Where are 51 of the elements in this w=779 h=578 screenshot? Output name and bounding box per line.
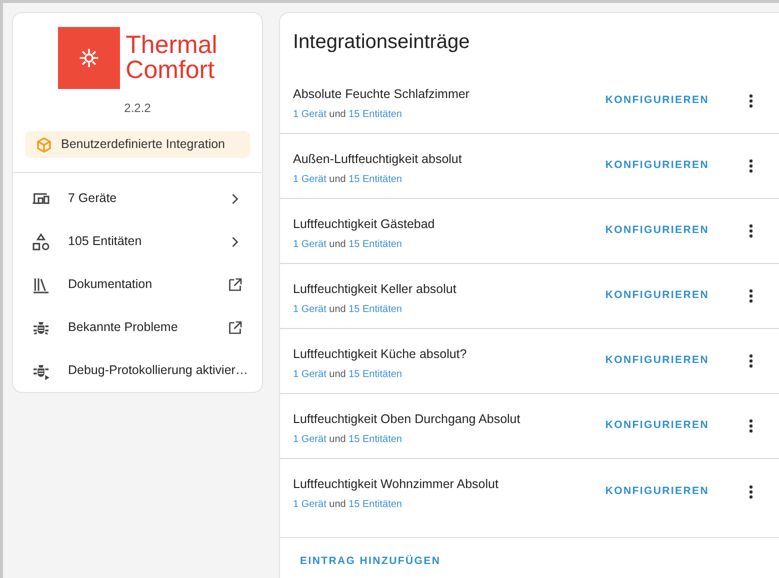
entities-link[interactable]: 15 Entitäten [348,174,402,185]
devices-link[interactable]: 1 Gerät [293,498,326,510]
entry-summary: 1 Gerät und 15 Entitäten [293,498,403,512]
entities-link[interactable]: 15 Entitäten [348,434,402,445]
add-entry-button[interactable]: EINTRAG HINZUFÜGEN [292,548,449,576]
configure-button[interactable]: KONFIGURIEREN [597,217,717,245]
configure-button[interactable]: KONFIGURIEREN [597,412,717,440]
entry-title: Luftfeuchtigkeit Wohnzimmer Absolut [293,476,500,493]
entry-summary: 1 Gerät und 15 Entitäten [293,432,403,447]
devices-link[interactable]: 1 Gerät [293,434,326,445]
entities-link[interactable]: 15 Entitäten [348,238,402,250]
devices-link[interactable]: 1 Gerät [293,238,326,250]
configure-button[interactable]: KONFIGURIEREN [597,152,717,180]
open-in-new-icon [226,318,244,336]
configure-button[interactable]: KONFIGURIEREN [597,282,717,310]
devices-link[interactable]: 1 Gerät [293,368,326,380]
menu-item[interactable]: 7 Geräte [13,177,262,220]
menu-item[interactable]: Debug-Protokollierung aktivier… [13,349,262,392]
menu-item[interactable]: Bekannte Probleme [13,306,262,349]
entities-link[interactable]: 15 Entitäten [348,498,402,510]
entry-title: Absolute Feuchte Schlafzimmer [293,86,470,103]
entry-title: Luftfeuchtigkeit Keller absolut [293,281,458,298]
shapes-icon [31,232,51,252]
entities-link[interactable]: 15 Entitäten [348,304,402,315]
entry-summary: 1 Gerät und 15 Entitäten [293,238,403,252]
entry-summary: 1 Gerät und 15 Entitäten [293,302,403,317]
snowflake-sun-icon [78,47,100,69]
entities-link[interactable]: 15 Entitäten [348,108,402,120]
open-in-new-icon [226,276,244,294]
configure-button[interactable]: KONFIGURIEREN [597,347,717,375]
menu-item[interactable]: 105 Entitäten [13,220,262,263]
entry-title: Luftfeuchtigkeit Küche absolut? [293,346,468,363]
entry-summary: 1 Gerät und 15 Entitäten [293,172,403,187]
version-label: 2.2.2 [124,100,151,117]
entry-title: Luftfeuchtigkeit Gästebad [293,216,436,233]
entities-link[interactable]: 15 Entitäten [348,368,402,380]
configure-button[interactable]: KONFIGURIEREN [597,87,717,115]
devices-link[interactable]: 1 Gerät [293,108,326,120]
configure-button[interactable]: KONFIGURIEREN [597,478,717,506]
entry-title: Luftfeuchtigkeit Oben Durchgang Absolut [293,411,522,428]
entry-summary: 1 Gerät und 15 Entitäten [293,368,403,382]
card-title: Integrationseinträge [292,30,471,55]
logo-text: Comfort [126,58,216,83]
entry-title: Außen-Luftfeuchtigkeit absolut [293,151,463,168]
logo-text: Thermal [126,33,218,58]
custom-integration-badge: Benutzerdefinierte Integration [25,131,250,158]
devices-link[interactable]: 1 Gerät [293,304,326,315]
menu-item[interactable]: Dokumentation [13,263,262,306]
entry-summary: 1 Gerät und 15 Entitäten [293,108,403,122]
cube-icon [35,136,53,154]
devices-link[interactable]: 1 Gerät [293,174,326,185]
